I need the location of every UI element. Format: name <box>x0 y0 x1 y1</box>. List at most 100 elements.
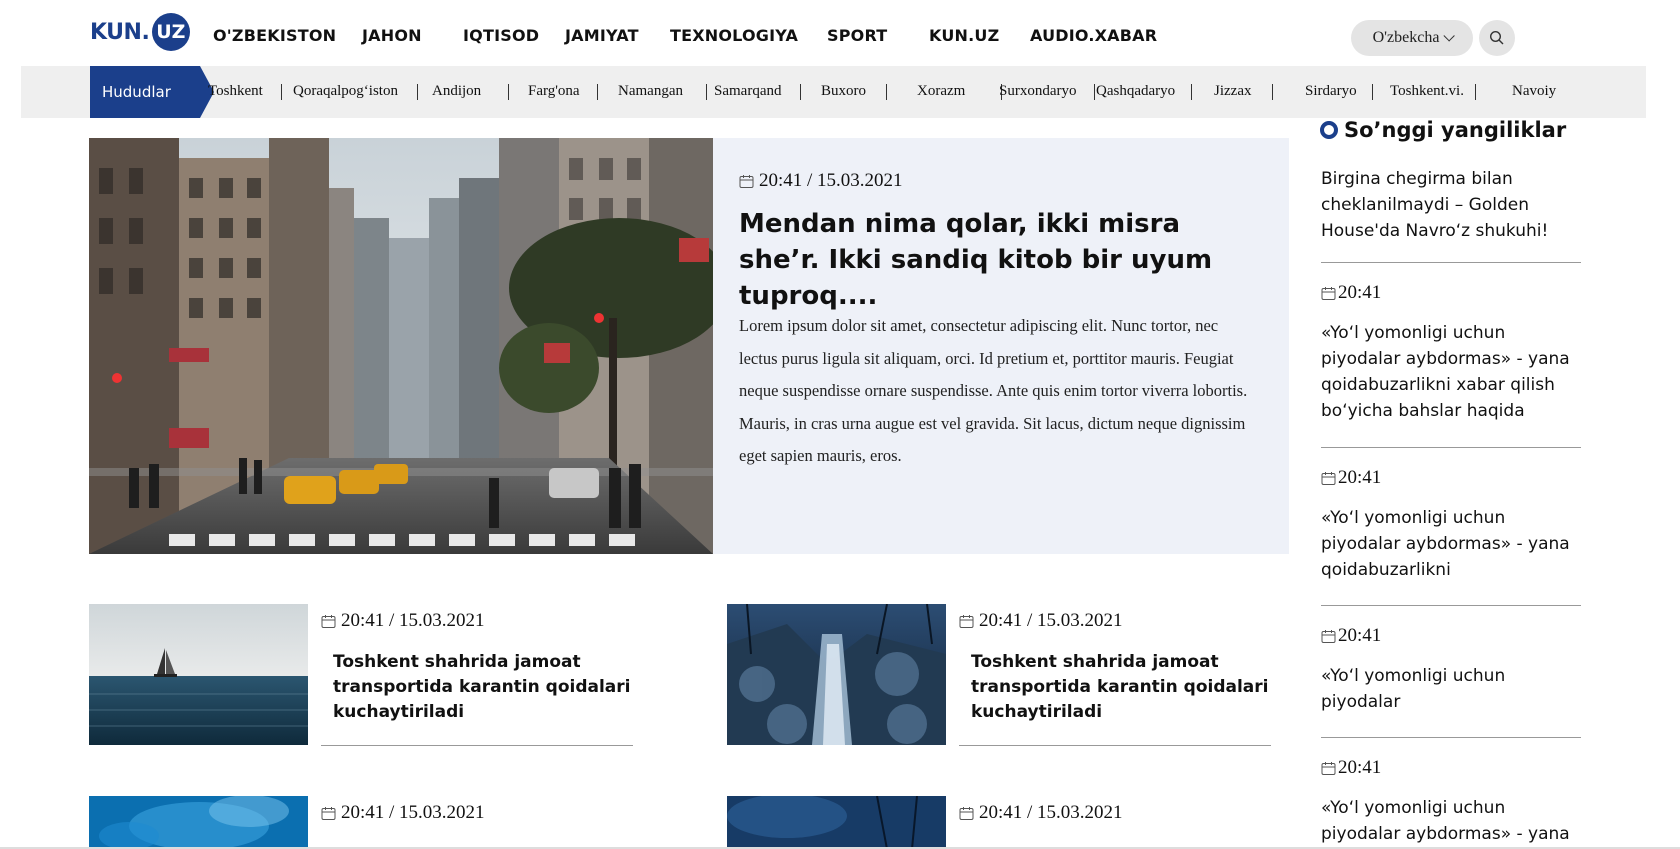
language-value: O'zbekcha <box>1372 29 1440 46</box>
sidebar-news-time-text: 20:41 <box>1338 757 1382 778</box>
hero-image[interactable] <box>89 138 713 554</box>
sidebar-news-time-text: 20:41 <box>1338 282 1382 303</box>
region-samarqand[interactable]: Samarqand <box>714 83 781 100</box>
region-surxondaryo[interactable]: Surxondaryo <box>999 83 1077 100</box>
calendar-icon <box>1321 471 1336 485</box>
card-image[interactable] <box>727 604 946 745</box>
card-image[interactable] <box>89 604 308 745</box>
sidebar-news-time: 20:41 <box>1321 757 1581 779</box>
sidebar-news-title[interactable]: «Yo‘l yomonligi uchun piyodalar aybdorma… <box>1321 505 1581 583</box>
regions-bar: Hududlar Toshkent Qoraqalpog‘iston Andij… <box>21 66 1646 118</box>
language-select[interactable]: O'zbekcha <box>1351 20 1473 56</box>
logo-dot: . <box>141 19 150 45</box>
calendar-icon <box>1321 761 1336 775</box>
sidebar-news-time: 20:41 <box>1321 625 1581 647</box>
region-separator <box>1272 84 1273 100</box>
sidebar-news-title[interactable]: Birgina chegirma bilan cheklanilmaydi – … <box>1321 166 1581 244</box>
sidebar-news-item[interactable]: Birgina chegirma bilan cheklanilmaydi – … <box>1321 166 1581 244</box>
calendar-icon <box>739 174 754 188</box>
region-andijon[interactable]: Andijon <box>432 83 481 100</box>
region-separator <box>597 84 598 100</box>
card-date: 20:41 / 15.03.2021 <box>959 610 1123 632</box>
hero-text: Lorem ipsum dolor sit amet, consectetur … <box>739 316 1248 465</box>
logo-text: KUN <box>90 19 142 45</box>
sidebar-news-time: 20:41 <box>1321 282 1581 304</box>
card-date-text: 20:41 / 15.03.2021 <box>979 802 1123 823</box>
region-separator <box>886 84 887 100</box>
search-button[interactable] <box>1479 20 1515 56</box>
sidebar-news-time: 20:41 <box>1321 467 1581 489</box>
card-title[interactable]: Toshkent shahrida jamoat transportida ka… <box>971 650 1271 725</box>
region-separator <box>508 84 509 100</box>
region-xorazm[interactable]: Xorazm <box>917 83 965 100</box>
regions-label[interactable]: Hududlar <box>90 66 200 118</box>
sidebar-news-item[interactable]: 20:41 «Yo‘l yomonligi uchun piyodalar ay… <box>1321 467 1581 583</box>
waterfall-photo <box>727 604 946 745</box>
site-logo[interactable]: KUN . UZ <box>90 12 190 52</box>
card-date-text: 20:41 / 15.03.2021 <box>341 610 485 631</box>
divider <box>1321 447 1581 448</box>
news-card[interactable]: 20:41 / 15.03.2021 Toshkent shahrida jam… <box>727 604 1272 746</box>
calendar-icon <box>959 806 974 820</box>
calendar-icon <box>321 806 336 820</box>
chevron-down-icon <box>1443 30 1456 42</box>
sidebar-news-item[interactable]: 20:41 «Yo‘l yomonligi uchun piyodalar ay… <box>1321 282 1581 424</box>
calendar-icon <box>321 614 336 628</box>
logo-badge: UZ <box>151 13 190 51</box>
sidebar-heading: So’nggi yangiliklar <box>1320 118 1566 142</box>
region-qoraqalpogiston[interactable]: Qoraqalpog‘iston <box>293 83 398 100</box>
region-fargona[interactable]: Farg'ona <box>528 83 580 100</box>
nav-item-sport[interactable]: SPORT <box>827 26 887 45</box>
region-separator <box>417 84 418 100</box>
nav-item-uzbekistan[interactable]: O'ZBEKISTON <box>213 26 336 45</box>
card-image[interactable] <box>89 796 308 849</box>
region-toshkent-viloyati[interactable]: Toshkent.vi. <box>1390 83 1464 100</box>
sidebar-news-title[interactable]: «Yo‘l yomonligi uchun piyodalar aybdorma… <box>1321 795 1581 847</box>
region-separator <box>706 84 707 100</box>
hero-date-text: 20:41 / 15.03.2021 <box>759 170 903 191</box>
city-street-photo <box>89 138 713 554</box>
card-date-text: 20:41 / 15.03.2021 <box>979 610 1123 631</box>
divider <box>1321 262 1581 263</box>
nav-item-audio-xabar[interactable]: AUDIO.XABAR <box>1030 26 1157 45</box>
sidebar-news-time-text: 20:41 <box>1338 467 1382 488</box>
card-image[interactable] <box>727 796 946 849</box>
nav-item-jamiyat[interactable]: JAMIYAT <box>565 26 639 45</box>
region-separator <box>1191 84 1192 100</box>
region-namangan[interactable]: Namangan <box>618 83 683 100</box>
region-separator <box>800 84 801 100</box>
nav-item-texnologiya[interactable]: TEXNOLOGIYA <box>670 26 798 45</box>
news-card[interactable]: 20:41 / 15.03.2021 <box>89 796 634 849</box>
sidebar-news-title[interactable]: «Yo‘l yomonligi uchun piyodalar <box>1321 663 1581 715</box>
region-toshkent[interactable]: Toshkent <box>208 83 263 100</box>
calendar-icon <box>1321 286 1336 300</box>
jellyfish-photo <box>89 796 308 849</box>
sidebar-news-item[interactable]: 20:41 «Yo‘l yomonligi uchun piyodalar <box>1321 625 1581 715</box>
region-separator <box>281 84 282 100</box>
region-navoiy[interactable]: Navoiy <box>1512 83 1556 100</box>
calendar-icon <box>959 614 974 628</box>
region-buxoro[interactable]: Buxoro <box>821 83 866 100</box>
sea-sailboat-photo <box>89 604 308 745</box>
sidebar-news-item[interactable]: 20:41 «Yo‘l yomonligi uchun piyodalar ay… <box>1321 757 1581 847</box>
divider <box>1321 737 1581 738</box>
nav-item-kunuz[interactable]: KUN.UZ <box>929 26 999 45</box>
news-card[interactable]: 20:41 / 15.03.2021 Toshkent shahrida jam… <box>89 604 634 746</box>
card-date-text: 20:41 / 15.03.2021 <box>341 802 485 823</box>
region-qashqadaryo[interactable]: Qashqadaryo <box>1096 83 1175 100</box>
sidebar-news-title[interactable]: «Yo‘l yomonligi uchun piyodalar aybdorma… <box>1321 320 1581 424</box>
nav-item-iqtisod[interactable]: IQTISOD <box>463 26 539 45</box>
region-jizzax[interactable]: Jizzax <box>1214 83 1251 100</box>
sidebar-news-time-text: 20:41 <box>1338 625 1382 646</box>
hero-title[interactable]: Mendan nima qolar, ikki misra she’r. Ikk… <box>739 206 1259 314</box>
card-date: 20:41 / 15.03.2021 <box>321 610 485 632</box>
nav-item-jahon[interactable]: JAHON <box>362 26 422 45</box>
news-card[interactable]: 20:41 / 15.03.2021 <box>727 796 1272 849</box>
region-sirdaryo[interactable]: Sirdaryo <box>1305 83 1357 100</box>
card-date: 20:41 / 15.03.2021 <box>321 802 485 824</box>
card-date: 20:41 / 15.03.2021 <box>959 802 1123 824</box>
hero-article[interactable]: 20:41 / 15.03.2021 Mendan nima qolar, ik… <box>713 138 1289 554</box>
hero-date: 20:41 / 15.03.2021 <box>739 170 903 192</box>
region-separator <box>1094 84 1095 100</box>
card-title[interactable]: Toshkent shahrida jamoat transportida ka… <box>333 650 633 725</box>
